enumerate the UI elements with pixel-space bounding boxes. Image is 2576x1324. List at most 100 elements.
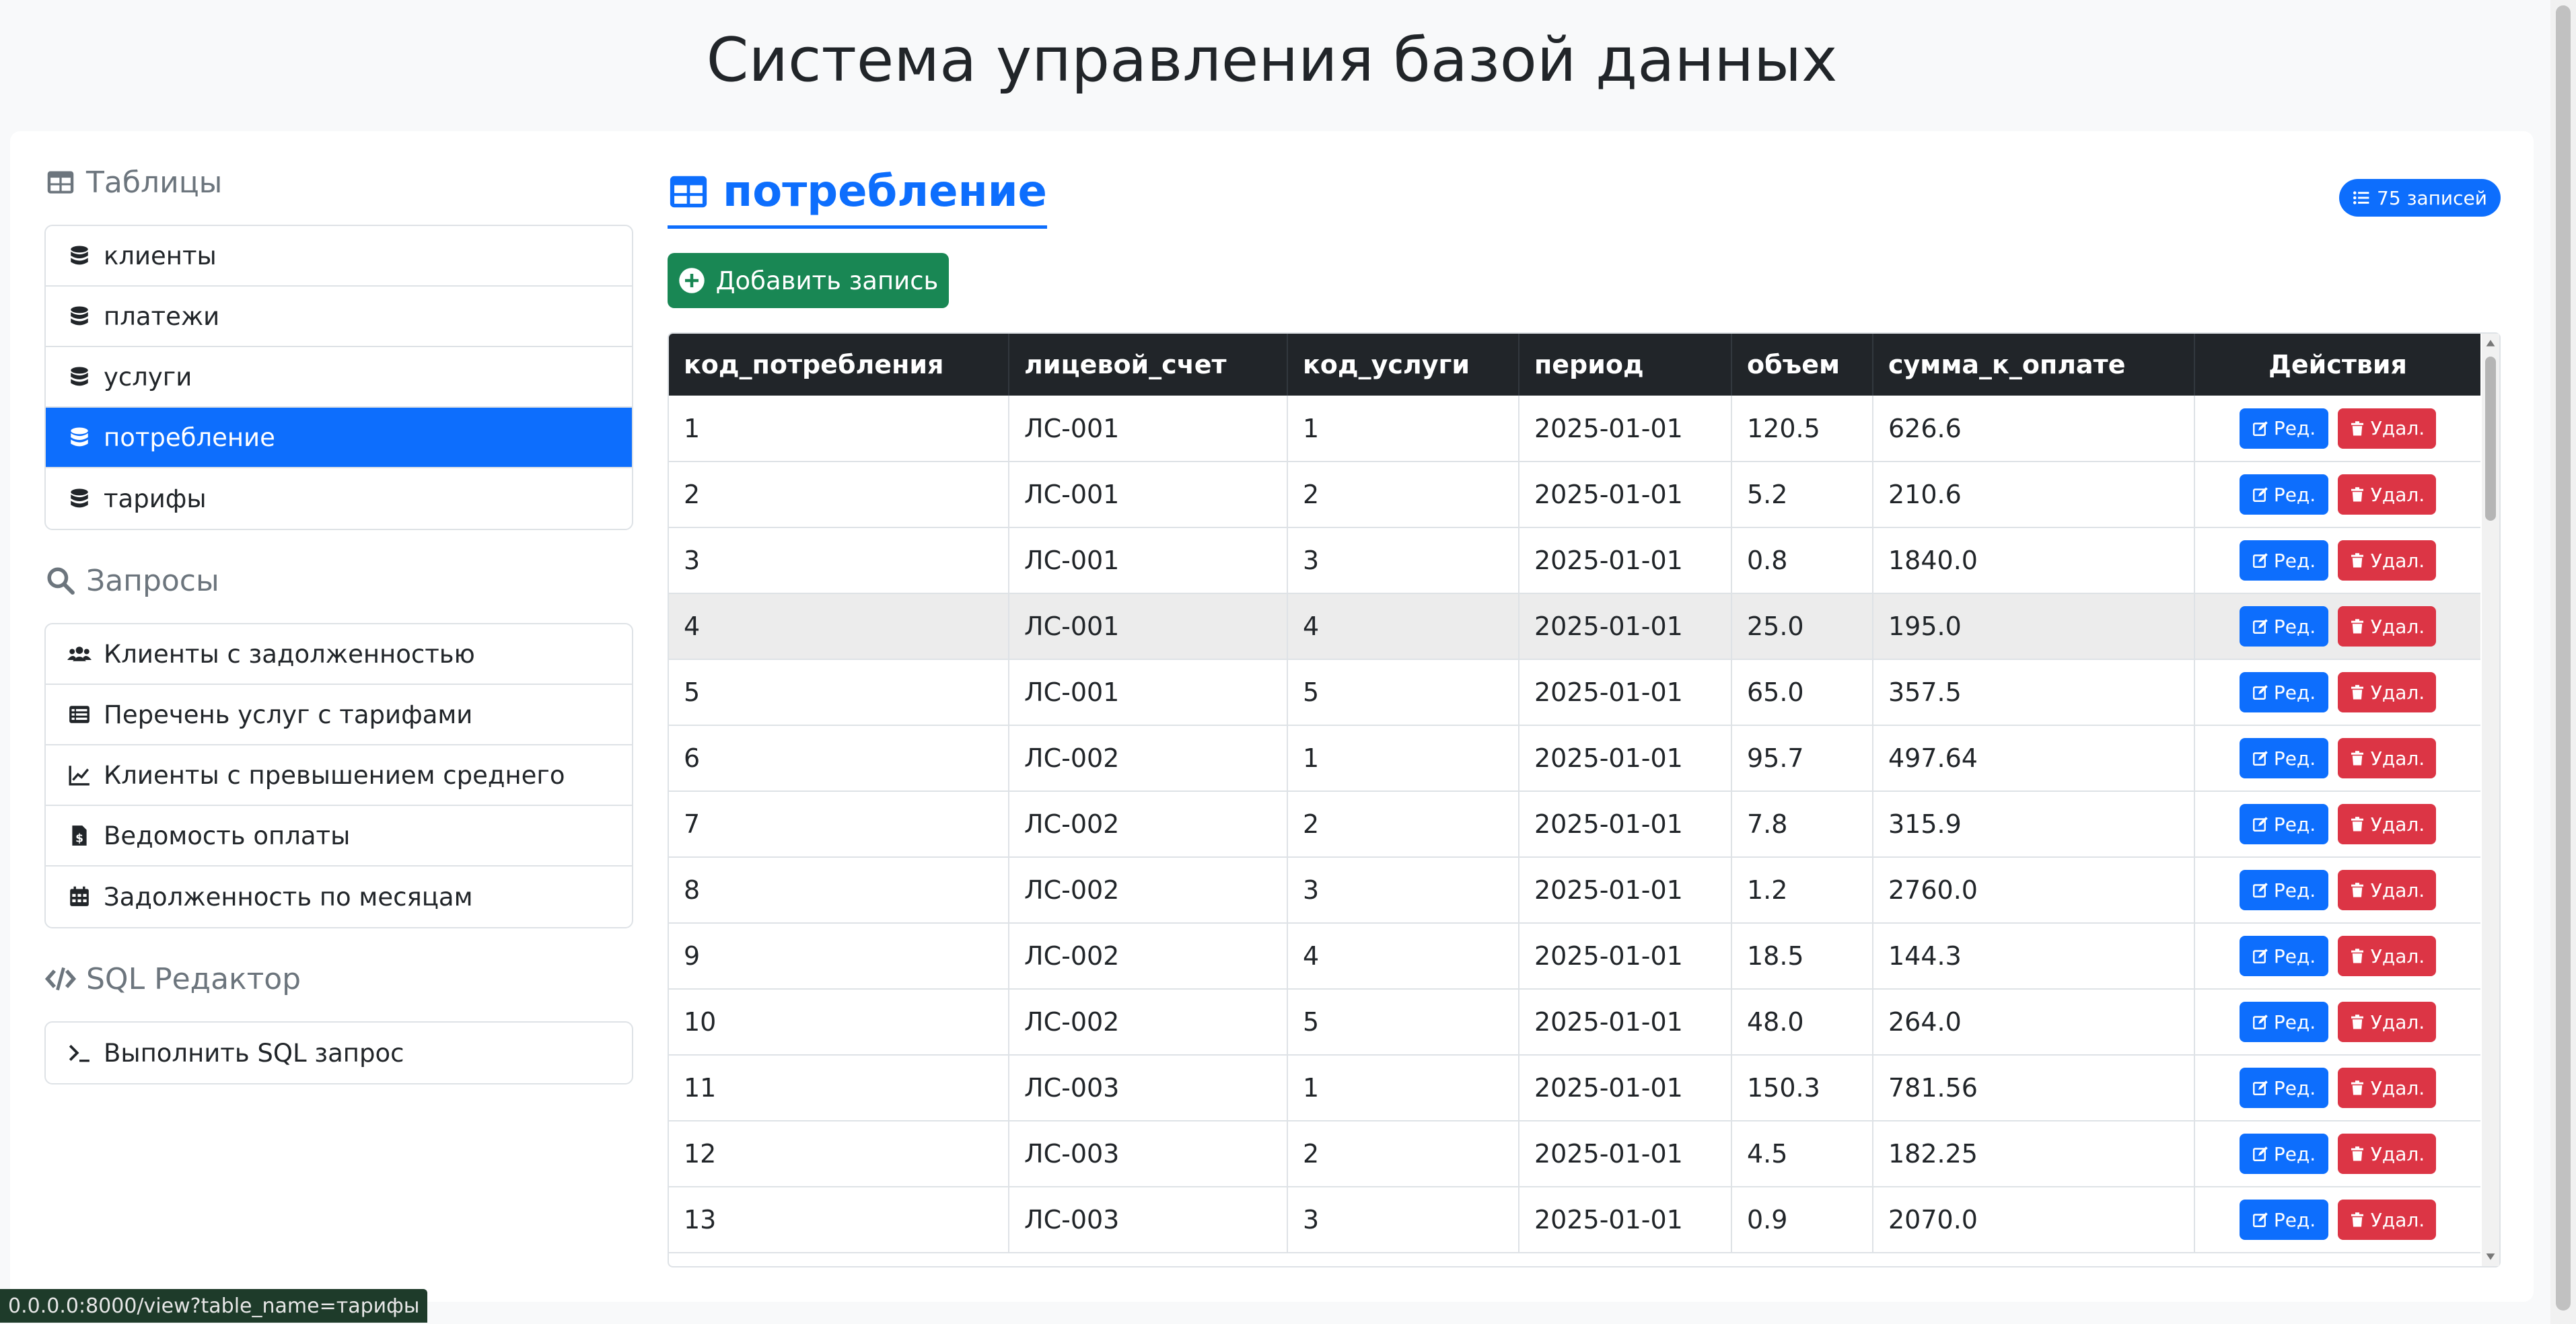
table-cell: 48.0: [1731, 989, 1873, 1055]
delete-button[interactable]: Удал.: [2338, 804, 2436, 844]
delete-button[interactable]: Удал.: [2338, 1002, 2436, 1042]
record-count-badge: 75 записей: [2339, 179, 2501, 217]
edit-icon: [2252, 420, 2268, 437]
table-header-row: код_потребления лицевой_счет код_услуги пер…: [669, 334, 2480, 396]
status-url: 0.0.0.0:8000/view?table_name=тарифы: [0, 1289, 428, 1323]
edit-button[interactable]: Ред.: [2240, 936, 2328, 976]
delete-button[interactable]: Удал.: [2338, 672, 2436, 712]
sidebar-table-item[interactable]: потребление: [46, 408, 632, 468]
table-scrollbar-thumb[interactable]: [2485, 357, 2496, 521]
sidebar-table-item[interactable]: тарифы: [46, 468, 632, 529]
table-cell: 626.6: [1873, 396, 2195, 462]
table-row: 6 ЛС-002 1 2025-01-01 95.7 497.64 Ред. Удал.: [669, 725, 2480, 791]
edit-button[interactable]: Ред.: [2240, 1200, 2328, 1240]
row-actions: Ред. Удал.: [2194, 396, 2480, 462]
table-row: 4 ЛС-001 4 2025-01-01 25.0 195.0 Ред. Удал.: [669, 593, 2480, 659]
scroll-up-icon[interactable]: [2485, 338, 2496, 348]
delete-label: Удал.: [2370, 417, 2425, 439]
table-row: 10 ЛС-002 5 2025-01-01 48.0 264.0 Ред. Удал.: [669, 989, 2480, 1055]
table-cell: 3: [1287, 527, 1519, 593]
delete-button[interactable]: Удал.: [2338, 738, 2436, 778]
edit-button[interactable]: Ред.: [2240, 738, 2328, 778]
row-actions: Ред. Удал.: [2194, 1187, 2480, 1253]
delete-button[interactable]: Удал.: [2338, 408, 2436, 449]
edit-label: Ред.: [2273, 813, 2316, 836]
table-row: 7 ЛС-002 2 2025-01-01 7.8 315.9 Ред. Удал.: [669, 791, 2480, 857]
edit-icon: [2252, 1080, 2268, 1096]
table-scrollbar[interactable]: [2482, 334, 2499, 1266]
edit-button[interactable]: Ред.: [2240, 804, 2328, 844]
sidebar-query-item[interactable]: Клиенты с задолженностью: [46, 624, 632, 685]
delete-button[interactable]: Удал.: [2338, 474, 2436, 515]
table-cell: ЛС-002: [1009, 857, 1288, 923]
column-header[interactable]: код_услуги: [1287, 334, 1519, 396]
delete-label: Удал.: [2370, 681, 2425, 704]
sidebar-query-item[interactable]: Задолженность по месяцам: [46, 867, 632, 927]
window-scrollbar[interactable]: [2550, 0, 2576, 1324]
column-header[interactable]: период: [1519, 334, 1732, 396]
sidebar-query-item[interactable]: $ Ведомость оплаты: [46, 806, 632, 867]
edit-label: Ред.: [2273, 1010, 2316, 1033]
edit-icon: [2252, 552, 2268, 568]
edit-icon: [2252, 816, 2268, 832]
table-cell: ЛС-002: [1009, 923, 1288, 989]
edit-label: Ред.: [2273, 1076, 2316, 1099]
page-title: Система управления базой данных: [706, 25, 1838, 96]
column-header[interactable]: Действия: [2194, 334, 2480, 396]
delete-button[interactable]: Удал.: [2338, 870, 2436, 910]
sidebar-query-item[interactable]: Перечень услуг с тарифами: [46, 685, 632, 745]
delete-button[interactable]: Удал.: [2338, 606, 2436, 647]
table-cell: 8: [669, 857, 1009, 923]
edit-button[interactable]: Ред.: [2240, 408, 2328, 449]
edit-button[interactable]: Ред.: [2240, 870, 2328, 910]
table-cell: ЛС-001: [1009, 593, 1288, 659]
row-actions: Ред. Удал.: [2194, 791, 2480, 857]
edit-button[interactable]: Ред.: [2240, 540, 2328, 581]
table-row: 12 ЛС-003 2 2025-01-01 4.5 182.25 Ред. Удал.: [669, 1121, 2480, 1187]
edit-label: Ред.: [2273, 879, 2316, 902]
edit-button[interactable]: Ред.: [2240, 1134, 2328, 1174]
window-scrollbar-thumb[interactable]: [2556, 5, 2571, 1311]
table-cell: ЛС-003: [1009, 1187, 1288, 1253]
delete-button[interactable]: Удал.: [2338, 540, 2436, 581]
column-header[interactable]: лицевой_счет: [1009, 334, 1288, 396]
delete-button[interactable]: Удал.: [2338, 1068, 2436, 1108]
delete-button[interactable]: Удал.: [2338, 1134, 2436, 1174]
column-header[interactable]: объем: [1731, 334, 1873, 396]
delete-button[interactable]: Удал.: [2338, 1200, 2436, 1240]
table-cell: 2: [1287, 1121, 1519, 1187]
table-cell: 1: [669, 396, 1009, 462]
column-header[interactable]: сумма_к_оплате: [1873, 334, 2195, 396]
delete-button[interactable]: Удал.: [2338, 936, 2436, 976]
queries-heading: Запросы: [44, 557, 219, 604]
column-header[interactable]: код_потребления: [669, 334, 1009, 396]
trash-icon: [2349, 1146, 2365, 1162]
sidebar-table-item[interactable]: услуги: [46, 347, 632, 408]
edit-button[interactable]: Ред.: [2240, 474, 2328, 515]
delete-label: Удал.: [2370, 945, 2425, 967]
scroll-down-icon[interactable]: [2485, 1251, 2496, 1262]
tables-list: клиенты платежи услуги потребление тарифы: [44, 225, 633, 530]
edit-button[interactable]: Ред.: [2240, 606, 2328, 647]
table-title: потребление: [668, 161, 1047, 229]
edit-button[interactable]: Ред.: [2240, 1068, 2328, 1108]
sidebar-queries-label: Задолженность по месяцам: [104, 882, 473, 912]
add-record-button[interactable]: Добавить запись: [668, 253, 949, 308]
edit-icon: [2252, 486, 2268, 503]
table-cell: 2025-01-01: [1519, 725, 1732, 791]
table-cell: 2025-01-01: [1519, 923, 1732, 989]
sidebar-query-item[interactable]: Клиенты с превышением среднего: [46, 745, 632, 806]
table-row: 5 ЛС-001 5 2025-01-01 65.0 357.5 Ред. Удал.: [669, 659, 2480, 725]
sidebar-table-item[interactable]: клиенты: [46, 226, 632, 287]
run-sql-query-item[interactable]: Выполнить SQL запрос: [46, 1023, 632, 1083]
table-row: 3 ЛС-001 3 2025-01-01 0.8 1840.0 Ред. Удал.: [669, 527, 2480, 593]
sidebar-tables-label: платежи: [104, 301, 220, 331]
table-cell: 2760.0: [1873, 857, 2195, 923]
table-cell: 11: [669, 1055, 1009, 1121]
edit-button[interactable]: Ред.: [2240, 1002, 2328, 1042]
table-cell: 18.5: [1731, 923, 1873, 989]
sidebar-table-item[interactable]: платежи: [46, 287, 632, 347]
table-cell: 2: [1287, 462, 1519, 527]
trash-icon: [2349, 486, 2365, 503]
edit-button[interactable]: Ред.: [2240, 672, 2328, 712]
